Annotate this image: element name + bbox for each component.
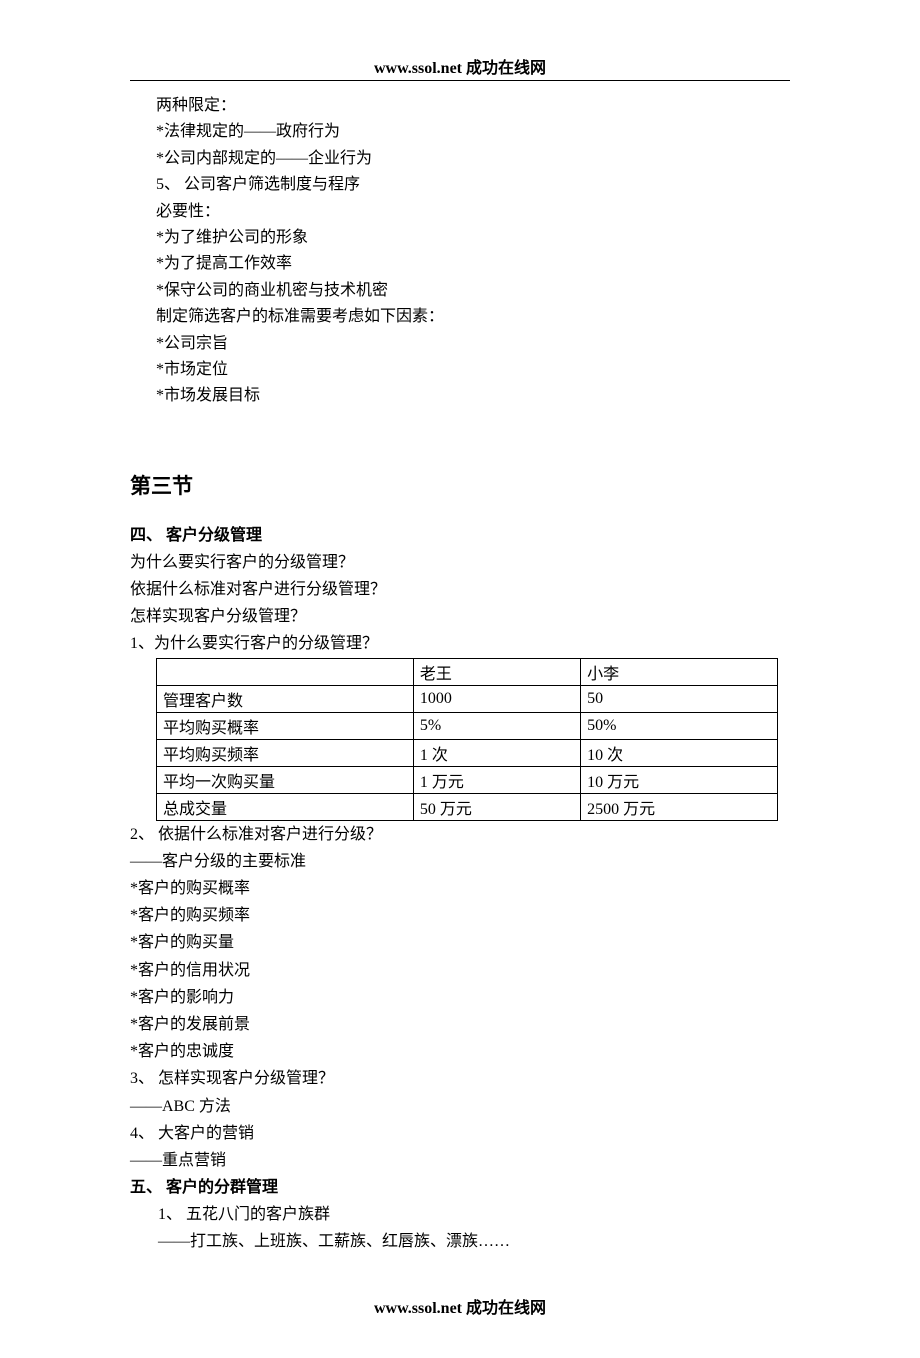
table-cell: 1 万元 bbox=[413, 766, 580, 793]
text-line: *公司内部规定的——企业行为 bbox=[156, 146, 790, 172]
table-cell: 总成交量 bbox=[157, 793, 414, 820]
section-title: 第三节 bbox=[130, 470, 790, 500]
text-line: ——客户分级的主要标准 bbox=[130, 848, 790, 875]
table-cell: 2500 万元 bbox=[581, 793, 778, 820]
text-line: 4、 大客户的营销 bbox=[130, 1120, 790, 1147]
table-cell: 小李 bbox=[581, 658, 778, 685]
text-line: 5、 公司客户筛选制度与程序 bbox=[156, 172, 790, 198]
text-line: *客户的信用状况 bbox=[130, 957, 790, 984]
table-cell: 5% bbox=[413, 712, 580, 739]
intro-block: 两种限定： *法律规定的——政府行为 *公司内部规定的——企业行为 5、 公司客… bbox=[156, 93, 790, 410]
heading-4: 四、 客户分级管理 bbox=[130, 522, 790, 549]
comparison-table: 老王 小李 管理客户数 1000 50 平均购买概率 5% 50% 平均购买频率… bbox=[156, 658, 778, 821]
page-footer: www.ssol.net 成功在线网 bbox=[130, 1294, 790, 1318]
text-line: *客户的影响力 bbox=[130, 984, 790, 1011]
table-cell: 平均购买频率 bbox=[157, 739, 414, 766]
text-line: *市场发展目标 bbox=[156, 383, 790, 409]
text-line: ——重点营销 bbox=[130, 1147, 790, 1174]
text-line: 1、 五花八门的客户族群 bbox=[158, 1201, 790, 1228]
text-line: *客户的购买频率 bbox=[130, 902, 790, 929]
page-header: www.ssol.net 成功在线网 bbox=[130, 54, 790, 78]
table-cell: 50 bbox=[581, 685, 778, 712]
text-line: 必要性： bbox=[156, 199, 790, 225]
text-line: *客户的购买概率 bbox=[130, 875, 790, 902]
table-cell: 老王 bbox=[413, 658, 580, 685]
document-page: www.ssol.net 成功在线网 两种限定： *法律规定的——政府行为 *公… bbox=[0, 0, 920, 1358]
text-line: 依据什么标准对客户进行分级管理？ bbox=[130, 576, 790, 603]
table-row: 老王 小李 bbox=[157, 658, 778, 685]
table-cell: 平均购买概率 bbox=[157, 712, 414, 739]
text-line: *法律规定的——政府行为 bbox=[156, 119, 790, 145]
text-line: 两种限定： bbox=[156, 93, 790, 119]
text-line: *为了提高工作效率 bbox=[156, 251, 790, 277]
table-cell: 50 万元 bbox=[413, 793, 580, 820]
text-line: *保守公司的商业机密与技术机密 bbox=[156, 278, 790, 304]
after-table-block: 2、 依据什么标准对客户进行分级？ ——客户分级的主要标准 *客户的购买概率 *… bbox=[130, 821, 790, 1174]
table-cell: 平均一次购买量 bbox=[157, 766, 414, 793]
text-line: *客户的购买量 bbox=[130, 929, 790, 956]
text-line: 3、 怎样实现客户分级管理？ bbox=[130, 1065, 790, 1092]
table-cell: 1 次 bbox=[413, 739, 580, 766]
header-divider bbox=[130, 80, 790, 81]
text-line: *公司宗旨 bbox=[156, 331, 790, 357]
text-line: *客户的发展前景 bbox=[130, 1011, 790, 1038]
text-line: *为了维护公司的形象 bbox=[156, 225, 790, 251]
table-cell bbox=[157, 658, 414, 685]
text-line: *市场定位 bbox=[156, 357, 790, 383]
table-cell: 50% bbox=[581, 712, 778, 739]
table-cell: 1000 bbox=[413, 685, 580, 712]
heading-5-block: 1、 五花八门的客户族群 ——打工族、上班族、工薪族、红唇族、漂族…… bbox=[158, 1201, 790, 1255]
table-cell: 10 万元 bbox=[581, 766, 778, 793]
text-line: 怎样实现客户分级管理？ bbox=[130, 603, 790, 630]
text-line: 制定筛选客户的标准需要考虑如下因素： bbox=[156, 304, 790, 330]
table-cell: 10 次 bbox=[581, 739, 778, 766]
question-block: 为什么要实行客户的分级管理？ 依据什么标准对客户进行分级管理？ 怎样实现客户分级… bbox=[130, 549, 790, 658]
text-line: ——ABC 方法 bbox=[130, 1093, 790, 1120]
text-line: *客户的忠诚度 bbox=[130, 1038, 790, 1065]
text-line: 1、为什么要实行客户的分级管理？ bbox=[130, 630, 790, 657]
text-line: 2、 依据什么标准对客户进行分级？ bbox=[130, 821, 790, 848]
text-line: ——打工族、上班族、工薪族、红唇族、漂族…… bbox=[158, 1228, 790, 1255]
table-row: 总成交量 50 万元 2500 万元 bbox=[157, 793, 778, 820]
table-row: 管理客户数 1000 50 bbox=[157, 685, 778, 712]
table-row: 平均购买频率 1 次 10 次 bbox=[157, 739, 778, 766]
table-row: 平均购买概率 5% 50% bbox=[157, 712, 778, 739]
table-cell: 管理客户数 bbox=[157, 685, 414, 712]
heading-5: 五、 客户的分群管理 bbox=[130, 1174, 790, 1201]
text-line: 为什么要实行客户的分级管理？ bbox=[130, 549, 790, 576]
table-row: 平均一次购买量 1 万元 10 万元 bbox=[157, 766, 778, 793]
